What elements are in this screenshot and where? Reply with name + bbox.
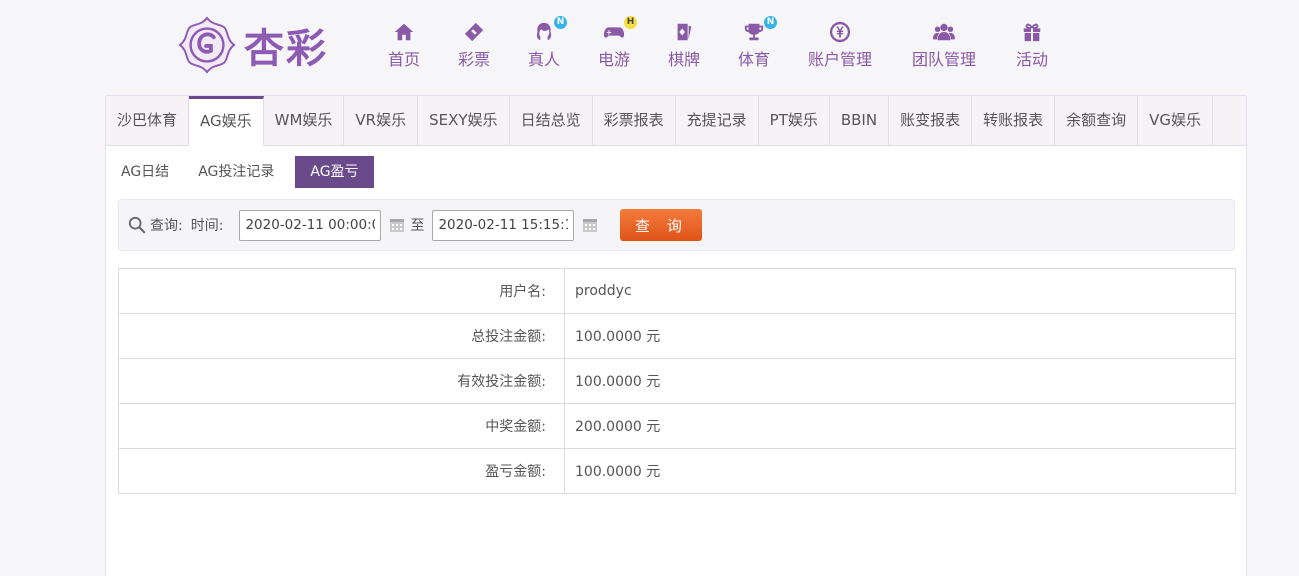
tab-sexy-casino[interactable]: SEXY娱乐 (418, 96, 510, 145)
tab-bbin[interactable]: BBIN (830, 96, 890, 145)
table-row: 总投注金额: 100.0000 元 (118, 313, 1236, 359)
nav-item-account[interactable]: 账户管理 (808, 20, 872, 70)
nav-item-promotions[interactable]: 活动 (1016, 20, 1048, 70)
nav-label: 电游 (598, 50, 631, 69)
tab-vr-casino[interactable]: VR娱乐 (344, 96, 419, 145)
total-bet-label: 总投注金额: (118, 313, 565, 359)
nav-label: 彩票 (458, 50, 491, 69)
table-row: 中奖金额: 200.0000 元 (118, 403, 1236, 449)
report-tabs: 沙巴体育 AG娱乐 WM娱乐 VR娱乐 SEXY娱乐 日结总览 彩票报表 充提记… (106, 96, 1246, 146)
total-bet-value: 100.0000 元 (564, 313, 1236, 359)
subtab-ag-profit-loss[interactable]: AG盈亏 (295, 156, 374, 188)
nav-item-cards[interactable]: 棋牌 (668, 20, 700, 70)
win-amount-label: 中奖金额: (118, 403, 565, 449)
lottery-ticket-icon (464, 22, 484, 42)
nav-item-live[interactable]: N 真人 (528, 16, 567, 70)
username-value: proddyc (564, 268, 1236, 314)
main-nav: 首页 彩票 N 真人 H 电游 棋牌 N 体育 账户管理 团队管理 活动 (0, 16, 1299, 80)
nav-label: 首页 (388, 50, 421, 69)
trophy-icon (744, 23, 764, 41)
to-label: 至 (410, 218, 425, 234)
table-row: 用户名: proddyc (118, 268, 1236, 314)
nav-item-team[interactable]: 团队管理 (912, 20, 976, 70)
tab-ag-casino[interactable]: AG娱乐 (189, 96, 264, 146)
team-icon (933, 23, 955, 41)
tab-pt-casino[interactable]: PT娱乐 (759, 96, 830, 145)
table-row: 有效投注金额: 100.0000 元 (118, 358, 1236, 404)
nav-item-home[interactable]: 首页 (388, 20, 420, 70)
subtab-ag-daily[interactable]: AG日结 (113, 156, 177, 188)
new-badge: N (764, 16, 777, 29)
time-label: 时间: (190, 218, 224, 234)
nav-item-egames[interactable]: H 电游 (598, 16, 637, 70)
nav-label: 体育 (738, 50, 771, 69)
live-dealer-icon (536, 22, 552, 41)
tab-balance-change-report[interactable]: 账变报表 (889, 96, 973, 145)
profit-loss-label: 盈亏金额: (118, 448, 565, 494)
gift-icon (1023, 23, 1041, 42)
search-icon (128, 216, 146, 234)
hot-badge: H (624, 16, 637, 29)
start-time-input[interactable] (239, 209, 382, 241)
tab-saba-sports[interactable]: 沙巴体育 (106, 96, 190, 145)
cards-icon (677, 23, 692, 41)
profit-loss-value: 100.0000 元 (564, 448, 1236, 494)
tab-deposit-withdraw[interactable]: 充提记录 (676, 96, 759, 145)
yen-coin-icon (829, 21, 851, 43)
tab-daily-overview[interactable]: 日结总览 (510, 96, 593, 145)
nav-label: 真人 (528, 50, 561, 69)
tab-balance-inquiry[interactable]: 余额查询 (1055, 96, 1139, 145)
calendar-icon[interactable] (389, 217, 405, 233)
tab-wm-casino[interactable]: WM娱乐 (264, 96, 345, 145)
gamepad-icon (603, 27, 625, 38)
query-label: 查询: (150, 218, 183, 234)
valid-bet-value: 100.0000 元 (564, 358, 1236, 404)
username-label: 用户名: (118, 268, 565, 314)
table-row: 盈亏金额: 100.0000 元 (118, 448, 1236, 494)
tab-lottery-report[interactable]: 彩票报表 (593, 96, 676, 145)
subtab-ag-bet-records[interactable]: AG投注记录 (190, 156, 282, 188)
nav-label: 团队管理 (912, 50, 977, 69)
nav-item-sports[interactable]: N 体育 (738, 16, 777, 70)
new-badge: N (554, 16, 567, 29)
query-filter-bar: 查询: 时间: 至 查 询 (118, 199, 1235, 251)
nav-label: 活动 (1016, 50, 1049, 69)
query-button[interactable]: 查 询 (620, 209, 703, 241)
sub-tabs: AG日结 AG投注记录 AG盈亏 (113, 156, 387, 188)
home-icon (394, 23, 414, 41)
tab-transfer-report[interactable]: 转账报表 (972, 96, 1056, 145)
nav-item-lottery[interactable]: 彩票 (458, 20, 490, 70)
nav-label: 棋牌 (668, 50, 701, 69)
valid-bet-label: 有效投注金额: (118, 358, 565, 404)
report-panel: 沙巴体育 AG娱乐 WM娱乐 VR娱乐 SEXY娱乐 日结总览 彩票报表 充提记… (105, 95, 1247, 576)
nav-label: 账户管理 (808, 50, 873, 69)
end-time-input[interactable] (432, 209, 575, 241)
calendar-icon[interactable] (582, 217, 598, 233)
win-amount-value: 200.0000 元 (564, 403, 1236, 449)
tab-vg-casino[interactable]: VG娱乐 (1138, 96, 1213, 145)
profit-loss-summary-table: 用户名: proddyc 总投注金额: 100.0000 元 有效投注金额: 1… (118, 268, 1236, 494)
